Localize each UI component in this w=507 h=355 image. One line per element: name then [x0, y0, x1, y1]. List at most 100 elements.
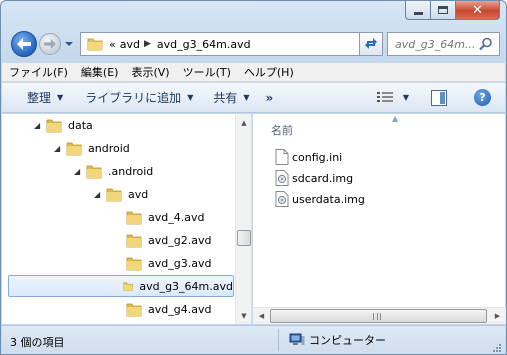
address-bar[interactable]: « avd ▶ avd_g3_64m.avd ▼	[80, 32, 376, 56]
item-count: 3 個の項目	[10, 336, 65, 349]
tree-item[interactable]: ◢ avd	[2, 183, 148, 205]
tree-item[interactable]: avd_4.avd	[2, 206, 204, 228]
scroll-right-icon[interactable]: ▶	[489, 308, 506, 324]
search-icon[interactable]	[479, 37, 493, 51]
tree-item-label: data	[68, 118, 93, 132]
breadcrumb: « avd ▶ avd_g3_64m.avd	[109, 38, 251, 51]
expanded-arrow-icon[interactable]: ◢	[34, 121, 42, 130]
file-name: sdcard.img	[292, 171, 354, 185]
breadcrumb-separator-icon[interactable]: ▶	[144, 39, 151, 49]
tree-item-label: avd_g2.avd	[148, 233, 212, 247]
menu-edit[interactable]: 編集(E)	[74, 64, 125, 80]
expanded-arrow-icon[interactable]: ◢	[94, 190, 102, 199]
refresh-button[interactable]	[359, 32, 383, 56]
back-button[interactable]	[11, 31, 37, 57]
close-icon: ✕	[472, 2, 483, 18]
menu-file[interactable]: ファイル(F)	[2, 64, 74, 80]
tree-item[interactable]: ◢ data	[2, 114, 93, 136]
file-item[interactable]: config.ini	[275, 147, 342, 167]
menu-tools[interactable]: ツール(T)	[176, 64, 237, 80]
status-bar: 3 個の項目 コンピューター	[2, 325, 505, 354]
back-arrow-icon	[17, 38, 31, 50]
folder-icon	[46, 119, 62, 133]
maximize-button[interactable]	[431, 1, 456, 20]
folder-icon	[86, 165, 102, 179]
scroll-left-icon[interactable]: ◀	[253, 308, 270, 324]
help-button[interactable]: ?	[474, 89, 491, 106]
forward-arrow-icon	[44, 39, 56, 49]
organize-button[interactable]: 整理 ▼	[19, 89, 71, 106]
navigation-pane: ◢ data ◢ android ◢ .android ◢ avd avd_4.avd avd_g…	[2, 114, 252, 324]
tree-item-label: avd_g3.avd	[148, 256, 212, 270]
close-button[interactable]: ✕	[456, 1, 500, 20]
explorer-window: ✕ « avd ▶ avd_g3_64m.avd ▼	[0, 0, 507, 355]
scroll-down-icon[interactable]: ▼	[236, 307, 251, 324]
scrollbar-thumb[interactable]	[237, 230, 251, 246]
computer-icon	[289, 333, 305, 345]
command-bar: 整理 ▼ ライブラリに追加 ▼ 共有 ▼ » ▼ ?	[2, 83, 505, 113]
forward-button[interactable]	[39, 33, 61, 55]
folder-icon	[123, 282, 133, 291]
expanded-arrow-icon[interactable]: ◢	[54, 144, 62, 153]
scroll-up-icon[interactable]: ▲	[236, 114, 251, 131]
menu-view[interactable]: 表示(V)	[124, 64, 175, 80]
vertical-scrollbar[interactable]: ▲ ▼	[235, 114, 251, 324]
tree-item[interactable]: avd_g4.avd	[2, 298, 211, 320]
preview-pane-icon[interactable]	[431, 90, 447, 106]
file-item[interactable]: userdata.img	[275, 189, 365, 209]
breadcrumb-overflow[interactable]: «	[109, 38, 116, 51]
tree-item[interactable]: avd_g3.avd	[2, 252, 211, 274]
details-view-icon	[376, 92, 393, 102]
search-box[interactable]	[387, 32, 500, 56]
window-controls: ✕	[405, 1, 500, 20]
tree-item-label: avd_4.avd	[148, 210, 205, 224]
menu-help[interactable]: ヘルプ(H)	[237, 64, 300, 80]
more-commands-label: »	[265, 90, 274, 105]
tree-item-label: android	[88, 141, 130, 155]
recent-pages-dropdown-icon[interactable]	[64, 39, 74, 49]
refresh-icon	[365, 38, 377, 49]
maximize-icon	[438, 6, 448, 14]
column-header-name[interactable]: 名前	[271, 122, 293, 138]
folder-icon	[126, 211, 142, 225]
chevron-down-icon[interactable]: ▼	[403, 93, 409, 102]
folder-icon	[126, 303, 142, 317]
tree-item[interactable]: avd_g3_64m.avd	[8, 275, 234, 297]
add-to-library-label: ライブラリに追加	[85, 91, 182, 105]
disc-image-icon	[275, 170, 289, 186]
status-divider	[278, 329, 279, 351]
share-button[interactable]: 共有 ▼	[205, 89, 257, 106]
zone-label: コンピューター	[309, 334, 386, 347]
disc-image-icon	[275, 191, 289, 207]
tree-item-label: .android	[108, 164, 154, 178]
tree-item-label: avd	[128, 187, 149, 201]
file-list-pane: ▲ 名前 config.ini sdcard.img userdata.img ◀ …	[253, 114, 506, 324]
tree-item[interactable]: ◢ .android	[2, 160, 153, 182]
tree-item[interactable]: ◢ android	[2, 137, 130, 159]
folder-icon	[87, 38, 103, 51]
expanded-arrow-icon[interactable]: ◢	[74, 167, 82, 176]
change-view-button[interactable]: ▼	[376, 91, 409, 103]
scrollbar-thumb[interactable]	[270, 309, 487, 323]
file-item[interactable]: sdcard.img	[275, 168, 353, 188]
share-label: 共有	[213, 91, 238, 105]
breadcrumb-item-current[interactable]: avd_g3_64m.avd	[157, 38, 251, 51]
folder-icon	[126, 257, 142, 271]
file-name: config.ini	[292, 150, 343, 164]
more-commands-button[interactable]: »	[258, 91, 282, 105]
file-name: userdata.img	[292, 192, 365, 206]
chevron-down-icon: ▼	[57, 93, 64, 102]
breadcrumb-item[interactable]: avd	[120, 38, 140, 51]
minimize-button[interactable]	[405, 1, 431, 20]
zone-indicator: コンピューター	[289, 332, 386, 348]
menu-bar: ファイル(F) 編集(E) 表示(V) ツール(T) ヘルプ(H)	[2, 63, 505, 82]
sort-ascending-icon: ▲	[392, 114, 399, 123]
add-to-library-button[interactable]: ライブラリに追加 ▼	[77, 89, 201, 106]
search-input[interactable]	[395, 34, 481, 54]
folder-icon	[66, 142, 82, 156]
chevron-down-icon: ▼	[243, 93, 250, 102]
tree-item[interactable]: avd_g2.avd	[2, 229, 211, 251]
resize-grip-icon[interactable]	[492, 343, 502, 353]
tree-item-label: avd_g3_64m.avd	[139, 279, 233, 293]
horizontal-scrollbar[interactable]: ◀ ▶	[253, 307, 506, 324]
